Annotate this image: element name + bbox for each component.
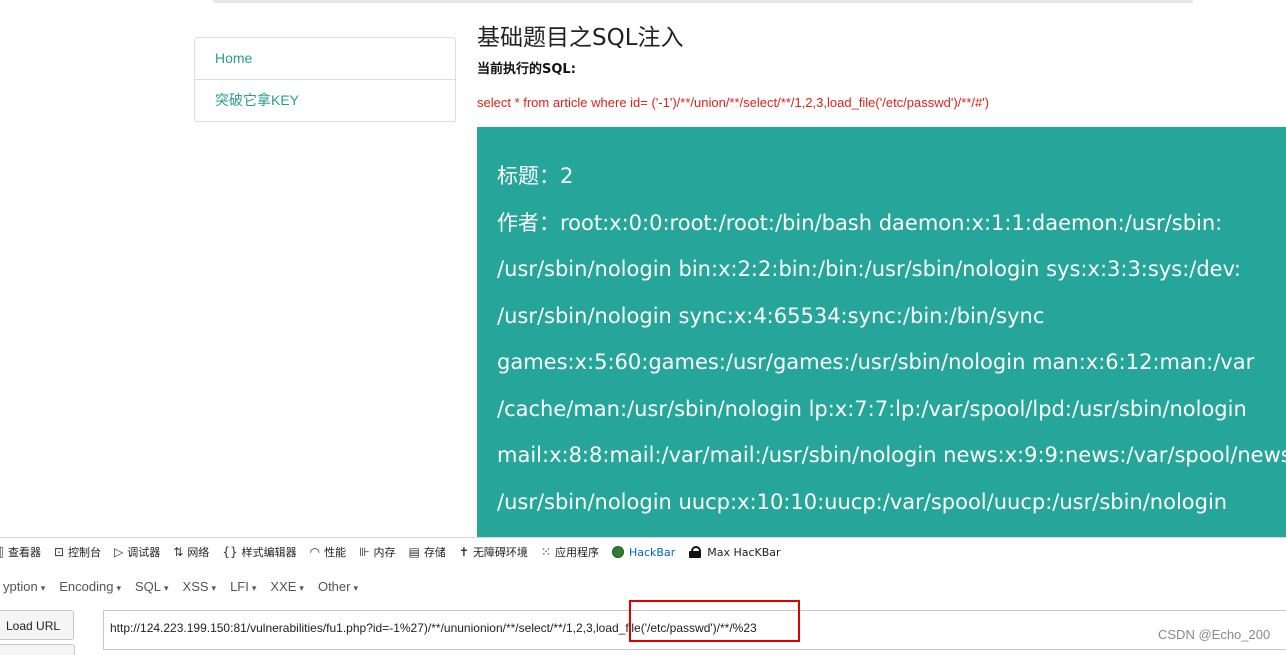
chevron-down-icon: ▾: [353, 582, 358, 593]
tab-max-hackbar[interactable]: Max HacKBar: [688, 545, 781, 559]
menu-encryption[interactable]: yption ▾: [3, 579, 45, 594]
chevron-down-icon: ▾: [164, 582, 169, 593]
result-line: /cache/man:/usr/sbin/nologin lp:x:7:7:lp…: [497, 396, 1247, 421]
inspector-icon: ⟧: [0, 545, 4, 559]
console-icon: ⊡: [53, 545, 65, 559]
menu-lfi[interactable]: LFI ▾: [230, 579, 256, 594]
chevron-down-icon: ▾: [40, 582, 46, 593]
tab-application[interactable]: ⁙ 应用程序: [541, 544, 599, 560]
chevron-down-icon: ▾: [251, 582, 257, 593]
hackbar-menu: yption ▾ Encoding ▾ SQL ▾ XSS ▾ LFI ▾ XXE ▾ Ot…: [0, 576, 372, 596]
menu-other[interactable]: Other ▾: [318, 579, 358, 594]
tab-label: HackBar: [629, 545, 676, 559]
top-bar: [0, 0, 1286, 8]
style-editor-icon: {}: [222, 545, 238, 559]
memory-icon: ⊪: [359, 545, 370, 559]
tab-memory[interactable]: ⊪ 内存: [359, 544, 395, 560]
nav-item-get-key[interactable]: 突破它拿KEY: [195, 79, 455, 121]
tab-debugger[interactable]: ▷ 调试器: [114, 544, 160, 560]
watermark: CSDN @Echo_200: [1158, 627, 1271, 642]
tab-label: 查看器: [7, 546, 41, 559]
result-line: /usr/sbin/nologin bin:x:2:2:bin:/bin:/us…: [497, 257, 1241, 281]
tab-inspector[interactable]: ⟧ 查看器: [0, 544, 41, 560]
menu-label: Encoding: [59, 578, 114, 594]
tab-console[interactable]: ⊡ 控制台: [54, 544, 101, 560]
result-line: /usr/sbin/nologin uucp:x:10:10:uucp:/var…: [497, 489, 1228, 514]
hackbar-icon: [612, 546, 624, 558]
menu-xss[interactable]: XSS ▾: [183, 579, 217, 594]
menu-label: SQL: [134, 578, 161, 594]
tab-label: 应用程序: [555, 546, 599, 559]
result-line: /usr/sbin/nologin sync:x:4:65534:sync:/b…: [497, 303, 1045, 328]
devtools-tabs: ⟧ 查看器 ⊡ 控制台 ▷ 调试器 ⇅ 网络 {} 样式编辑器 ◠ 性能 ⊪ 内…: [0, 538, 1286, 566]
chevron-down-icon: ▾: [211, 582, 217, 593]
tab-performance[interactable]: ◠ 性能: [310, 544, 346, 560]
tab-label: Max HacKBar: [707, 545, 781, 559]
tab-label: 内存: [373, 546, 396, 559]
tab-label: 存储: [423, 546, 446, 559]
application-icon: ⁙: [540, 545, 551, 559]
result-line: mail:x:8:8:mail:/var/mail:/usr/sbin/nolo…: [497, 443, 1286, 467]
tab-label: 控制台: [68, 546, 102, 559]
debugger-icon: ▷: [114, 545, 124, 559]
menu-label: XXE: [270, 578, 297, 594]
load-url-button[interactable]: Load URL: [0, 610, 74, 640]
result-panel: 标题：2 作者：root:x:0:0:root:/root:/bin/bash …: [477, 127, 1286, 547]
chevron-down-icon: ▾: [299, 582, 304, 593]
menu-label: XSS: [182, 578, 209, 594]
menu-encoding[interactable]: Encoding ▾: [59, 579, 121, 594]
nav-item-home[interactable]: Home: [195, 38, 455, 79]
tab-label: 无障碍环境: [472, 546, 528, 559]
top-bar-edge: [213, 0, 1193, 3]
menu-label: Other: [317, 578, 351, 594]
storage-icon: ▤: [408, 545, 420, 559]
devtools-panel: ⟧ 查看器 ⊡ 控制台 ▷ 调试器 ⇅ 网络 {} 样式编辑器 ◠ 性能 ⊪ 内…: [0, 537, 1286, 655]
menu-label: yption: [3, 578, 38, 594]
menu-label: LFI: [230, 578, 249, 594]
tab-label: 调试器: [127, 546, 161, 559]
network-icon: ⇅: [173, 545, 184, 559]
tab-style-editor[interactable]: {} 样式编辑器: [222, 544, 296, 560]
tab-hackbar[interactable]: HackBar: [612, 546, 675, 559]
tab-network[interactable]: ⇅ 网络: [173, 544, 209, 560]
page-title: 基础题目之SQL注入: [477, 25, 684, 51]
chevron-down-icon: ▾: [116, 582, 121, 593]
result-line: 标题：2: [497, 164, 574, 188]
result-line: games:x:5:60:games:/usr/games:/usr/sbin/…: [497, 350, 1255, 374]
max-hackbar-icon: [688, 546, 702, 558]
tab-accessibility[interactable]: ✝ 无障碍环境: [459, 544, 528, 560]
sql-query: select * from article where id= ('-1')/*…: [477, 95, 990, 110]
tab-label: 样式编辑器: [241, 546, 297, 559]
result-line: 作者：root:x:0:0:root:/root:/bin/bash daemo…: [497, 210, 1223, 235]
tab-label: 性能: [324, 546, 347, 559]
sidebar-nav: Home 突破它拿KEY: [194, 37, 456, 122]
tab-storage[interactable]: ▤ 存储: [409, 544, 446, 560]
menu-sql[interactable]: SQL ▾: [135, 579, 169, 594]
performance-icon: ◠: [309, 545, 321, 559]
accessibility-icon: ✝: [458, 545, 469, 559]
sql-label: 当前执行的SQL:: [477, 62, 576, 77]
menu-xxe[interactable]: XXE ▾: [270, 579, 304, 594]
annotation-highlight-box: [629, 600, 800, 642]
tab-label: 网络: [187, 546, 210, 559]
